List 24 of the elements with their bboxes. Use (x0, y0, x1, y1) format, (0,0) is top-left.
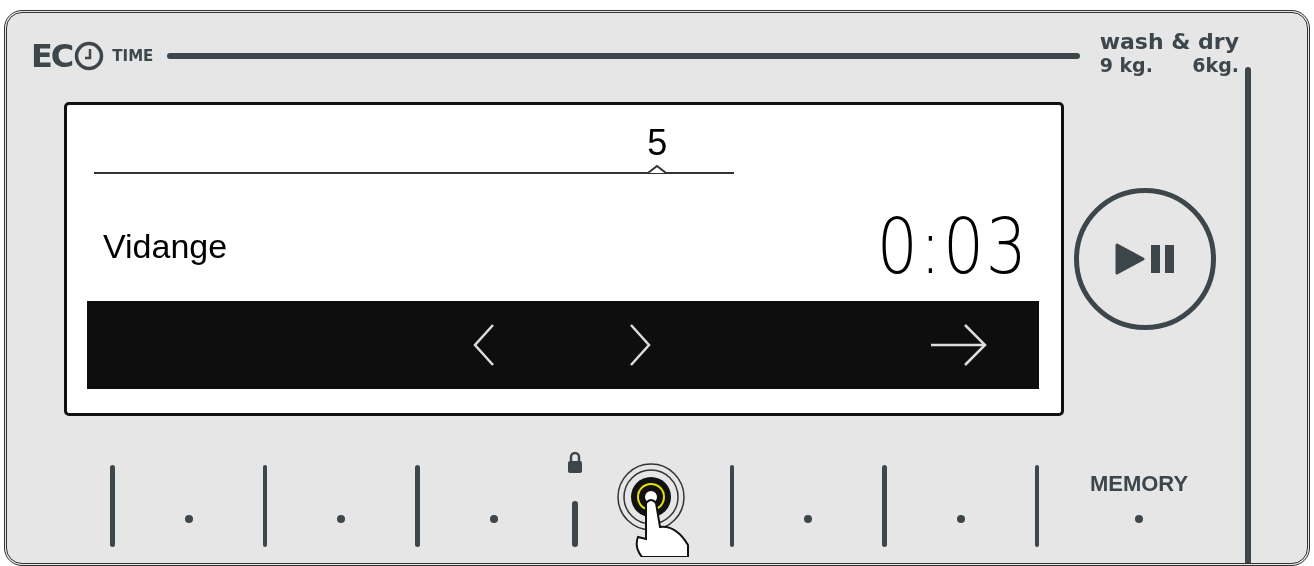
lock-icon (567, 451, 582, 473)
program-name: Vidange (103, 226, 228, 266)
key-dot-icon (804, 515, 812, 523)
key-dot-icon (337, 515, 345, 523)
capacity-label: 6kg. (1192, 54, 1239, 76)
brand-title: wash & dry (1099, 30, 1239, 54)
play-pause-icon (1113, 242, 1177, 276)
key-dot-icon (1135, 515, 1143, 523)
key-dot-icon (489, 515, 498, 523)
key-dot-icon (184, 515, 193, 523)
slider-marker[interactable] (648, 165, 667, 175)
logo-text: EC (31, 37, 73, 75)
panel-key[interactable]: MEMORY (1039, 457, 1239, 557)
slider-track[interactable] (94, 165, 734, 177)
slider-value: 5 (647, 121, 668, 165)
key-label: MEMORY (1089, 471, 1189, 497)
logo-text: TIME (112, 47, 154, 65)
key-dot-icon (956, 515, 965, 523)
capacity-label: 9 kg. (1099, 54, 1153, 76)
chevron-right-icon[interactable] (627, 322, 653, 368)
clock-icon (74, 41, 105, 71)
start-pause-button[interactable] (1074, 188, 1216, 330)
chevron-left-icon[interactable] (471, 322, 497, 368)
time-remaining: 0:03 (877, 201, 1029, 291)
